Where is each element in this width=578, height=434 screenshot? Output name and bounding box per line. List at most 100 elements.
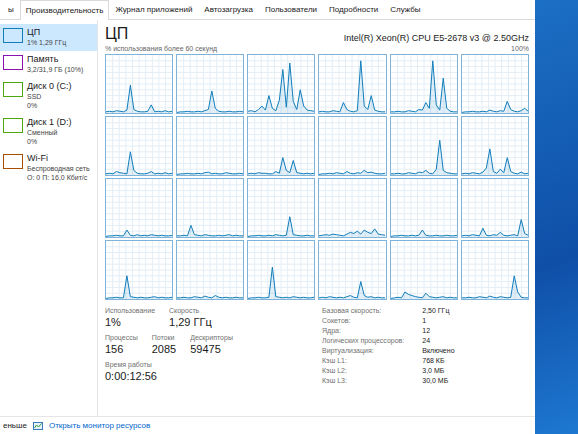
detail-value: 24	[422, 336, 454, 345]
processor-graph	[176, 178, 244, 238]
sidebar-item-title: Диск 0 (C:)	[27, 81, 72, 92]
detail-label: Логических процессоров:	[322, 336, 404, 345]
processor-graph	[461, 54, 529, 114]
tab[interactable]: Журнал приложений	[109, 0, 198, 19]
chart-caption: % использования более 60 секунд	[105, 44, 217, 54]
stat-label: Время работы	[105, 360, 157, 369]
desktop-background	[535, 0, 578, 434]
resource-monitor-link[interactable]: Открыть монитор ресурсов	[49, 420, 150, 432]
processor-graph	[176, 240, 244, 300]
task-manager-window: ыПроизводительностьЖурнал приложенийАвто…	[0, 0, 535, 434]
graph-thumbnail-icon	[3, 28, 23, 43]
stat: Потоки2085	[152, 333, 176, 356]
tab[interactable]: Производительность	[20, 0, 110, 20]
stat-value: 156	[105, 342, 138, 356]
sidebar-item-detail: Беспроводная сеть	[27, 164, 90, 173]
processor-graph	[461, 116, 529, 176]
cpu-details: Базовая скорость:2,50 ГГцСокетов:1Ядра:1…	[322, 306, 455, 387]
usage-line	[248, 158, 314, 174]
usage-line	[319, 170, 385, 174]
sidebar-item-text: ЦП1% 1,29 ГГц	[27, 27, 66, 47]
sidebar-item-text: Память3,2/31,9 ГБ (10%)	[27, 54, 83, 74]
stat-label: Процессы	[105, 333, 138, 342]
detail-label: Базовая скорость:	[322, 306, 404, 315]
detail-label: Кэш L2:	[322, 366, 404, 375]
tab[interactable]: Подробности	[323, 0, 384, 19]
processor-graph	[247, 116, 315, 176]
usage-line	[462, 101, 528, 112]
detail-value: Включено	[422, 346, 454, 355]
graph-thumbnail-icon	[3, 118, 23, 133]
sidebar-item[interactable]: Диск 0 (C:)SSD0%	[0, 78, 97, 114]
usage-line	[177, 91, 243, 112]
processor-graph	[247, 54, 315, 114]
cpu-title: ЦП	[105, 24, 128, 44]
cpu-panel: ЦП Intel(R) Xeon(R) CPU E5-2678 v3 @ 2.50…	[98, 20, 535, 416]
detail-label: Виртуализация:	[322, 346, 404, 355]
processor-graph	[247, 240, 315, 300]
processor-graphs	[105, 54, 529, 300]
resource-monitor-icon[interactable]	[33, 421, 43, 431]
tab[interactable]: Пользователи	[259, 0, 323, 19]
stat: Скорость1,29 ГГц	[169, 306, 212, 329]
stats-row: Процессы156 Потоки2085 Дескрипторы59475	[105, 333, 310, 356]
chart-max: 100%	[511, 44, 529, 54]
usage-line	[248, 267, 314, 298]
usage-line	[462, 149, 528, 174]
sidebar-item-detail: SSD	[27, 92, 72, 101]
usage-line	[391, 140, 457, 174]
usage-line	[106, 85, 172, 112]
stats-row: Использование1% Скорость1,29 ГГц	[105, 306, 310, 329]
usage-line	[106, 230, 172, 236]
processor-graph	[318, 116, 386, 176]
processor-graph	[247, 178, 315, 238]
stat-label: Потоки	[152, 333, 176, 342]
sidebar-item[interactable]: Диск 1 (D:)Сменный0%	[0, 114, 97, 150]
sidebar-item[interactable]: Память3,2/31,9 ГБ (10%)	[0, 51, 97, 78]
sidebar-item[interactable]: Wi-FiБеспроводная сетьО: 0 П: 16,0 Кбит/…	[0, 150, 97, 186]
stat-value: 1%	[105, 315, 155, 329]
detail-value: 12	[422, 326, 454, 335]
detail-value: 768 КБ	[422, 356, 454, 365]
stat-value: 0:00:12:56	[105, 369, 157, 383]
detail-label: Сокетов:	[322, 316, 404, 325]
usage-line	[391, 230, 457, 236]
sidebar-item-detail: 3,2/31,9 ГБ (10%)	[27, 65, 83, 74]
usage-line	[248, 217, 314, 237]
processor-graph	[176, 54, 244, 114]
processor-graph	[105, 240, 173, 300]
sidebar-item-title: Wi-Fi	[27, 153, 90, 164]
stats-row: Время работы0:00:12:56	[105, 360, 310, 383]
processor-graph	[105, 54, 173, 114]
usage-line	[462, 220, 528, 236]
cpu-header: ЦП Intel(R) Xeon(R) CPU E5-2678 v3 @ 2.50…	[105, 24, 529, 44]
tab[interactable]: Автозагрузка	[198, 0, 259, 19]
sidebar-item[interactable]: ЦП1% 1,29 ГГц	[0, 24, 97, 51]
usage-line	[319, 61, 385, 112]
detail-label: Ядра:	[322, 326, 404, 335]
stat-value: 2085	[152, 342, 176, 356]
tab[interactable]: ы	[2, 0, 20, 19]
detail-value: 30,0 МБ	[422, 376, 454, 385]
usage-line	[319, 229, 385, 236]
usage-line	[391, 61, 457, 112]
tab[interactable]: Службы	[384, 0, 426, 19]
cpu-model: Intel(R) Xeon(R) CPU E5-2678 v3 @ 2.50GH…	[344, 32, 529, 44]
processor-graph	[390, 240, 458, 300]
sidebar: ЦП1% 1,29 ГГц Память3,2/31,9 ГБ (10%) Диск…	[0, 20, 98, 416]
sidebar-item-detail: Сменный	[27, 128, 72, 137]
processor-graph	[176, 116, 244, 176]
sidebar-item-title: Диск 1 (D:)	[27, 117, 72, 128]
stat: Время работы0:00:12:56	[105, 360, 157, 383]
stat-label: Использование	[105, 306, 155, 315]
processor-graph	[318, 178, 386, 238]
graph-thumbnail-icon	[3, 82, 23, 97]
fewer-details-button[interactable]: еньше	[3, 420, 27, 432]
sidebar-item-detail: О: 0 П: 16,0 Кбит/с	[27, 173, 90, 182]
usage-line	[462, 276, 528, 298]
usage-line	[177, 172, 243, 174]
detail-value: 3,0 МБ	[422, 366, 454, 375]
stat: Дескрипторы59475	[190, 333, 233, 356]
stat-value: 59475	[190, 342, 233, 356]
stat: Процессы156	[105, 333, 138, 356]
